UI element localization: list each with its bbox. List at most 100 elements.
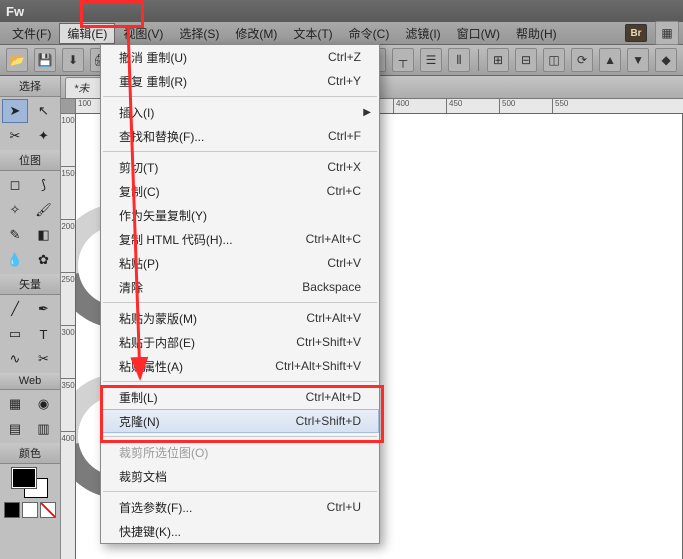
menu-item[interactable]: 裁剪文档	[101, 464, 379, 488]
bridge-icon[interactable]: Br	[625, 24, 647, 42]
menu-item-shortcut: Ctrl+Shift+V	[296, 335, 361, 349]
menu-item-label: 首选参数(F)...	[119, 499, 327, 516]
menu-item[interactable]: 首选参数(F)...Ctrl+U	[101, 495, 379, 519]
front-button[interactable]: ▲	[599, 48, 621, 72]
slice-tool[interactable]: ▦	[2, 392, 28, 416]
eraser-tool[interactable]: ◧	[31, 223, 57, 247]
group-button[interactable]: ⊞	[487, 48, 509, 72]
hotspot-tool[interactable]: ◉	[31, 392, 57, 416]
rect-tool[interactable]: ▭	[2, 322, 28, 346]
dist-v-button[interactable]: ⦀	[448, 48, 470, 72]
crop-tool[interactable]: ✂	[2, 124, 28, 148]
menu-item-shortcut: Ctrl+V	[327, 256, 361, 270]
menu-item[interactable]: 剪切(T)Ctrl+X	[101, 155, 379, 179]
line-tool[interactable]: ╱	[2, 297, 28, 321]
menu-item[interactable]: 作为矢量复制(Y)	[101, 203, 379, 227]
menu-item-shortcut: Ctrl+Y	[327, 74, 361, 88]
align-b-button[interactable]: ┬	[392, 48, 414, 72]
menu-item[interactable]: 重复 重制(R)Ctrl+Y	[101, 69, 379, 93]
marquee-tool[interactable]: ◻	[2, 173, 28, 197]
menu-item[interactable]: 粘贴属性(A)Ctrl+Alt+Shift+V	[101, 354, 379, 378]
swap-colors[interactable]	[22, 502, 38, 518]
menu-item[interactable]: 选择(S)	[171, 23, 227, 44]
menu-item[interactable]: 清除Backspace	[101, 275, 379, 299]
title-bar: Fw	[0, 0, 683, 22]
menu-item[interactable]: 复制(C)Ctrl+C	[101, 179, 379, 203]
pencil-tool[interactable]: ✎	[2, 223, 28, 247]
edit-menu-dropdown: 撤消 重制(U)Ctrl+Z重复 重制(R)Ctrl+Y插入(I)▶查找和替换(…	[100, 44, 380, 544]
menu-item[interactable]: 文本(T)	[285, 23, 340, 44]
menu-item-label: 复制 HTML 代码(H)...	[119, 231, 306, 248]
menu-item[interactable]: 窗口(W)	[449, 23, 508, 44]
color-swatches[interactable]	[12, 468, 48, 498]
menu-item-label: 裁剪所选位图(O)	[119, 444, 361, 461]
knife-tool[interactable]: ✂	[31, 347, 57, 371]
menu-separator	[103, 96, 377, 97]
freeform-tool[interactable]: ∿	[2, 347, 28, 371]
stroke-color[interactable]	[12, 468, 36, 488]
panel-header-web: Web	[0, 373, 60, 390]
arrange-button[interactable]: ◫	[543, 48, 565, 72]
toolbar-separator	[478, 49, 479, 71]
menu-item[interactable]: 滤镜(I)	[397, 23, 448, 44]
misc-button[interactable]: ◆	[655, 48, 677, 72]
menu-item[interactable]: 粘贴(P)Ctrl+V	[101, 251, 379, 275]
rotate-button[interactable]: ⟳	[571, 48, 593, 72]
menu-item[interactable]: 帮助(H)	[508, 23, 565, 44]
dist-h-button[interactable]: ☰	[420, 48, 442, 72]
import-button[interactable]: ⬇	[62, 48, 84, 72]
app-logo: Fw	[6, 4, 24, 19]
wand-tool[interactable]: ✦	[31, 124, 57, 148]
menu-separator	[103, 381, 377, 382]
menu-item[interactable]: 撤消 重制(U)Ctrl+Z	[101, 45, 379, 69]
menu-item-label: 裁剪文档	[119, 468, 361, 485]
ruler-tick: 500	[499, 99, 552, 113]
menu-item[interactable]: 复制 HTML 代码(H)...Ctrl+Alt+C	[101, 227, 379, 251]
menu-separator	[103, 491, 377, 492]
panel-header-vector: 矢量	[0, 274, 60, 295]
menu-item-label: 粘贴(P)	[119, 255, 327, 272]
hide-tool[interactable]: ▤	[2, 417, 28, 441]
menu-item-label: 查找和替换(F)...	[119, 128, 328, 145]
save-button[interactable]: 💾	[34, 48, 56, 72]
pointer-tool[interactable]: ➤	[2, 99, 28, 123]
menu-item[interactable]: 查找和替换(F)...Ctrl+F	[101, 124, 379, 148]
subselect-tool[interactable]: ↖	[31, 99, 57, 123]
menu-item[interactable]: 文件(F)	[4, 23, 59, 44]
workspace-switcher-icon[interactable]: ▦	[655, 21, 679, 45]
menu-item[interactable]: 粘贴于内部(E)Ctrl+Shift+V	[101, 330, 379, 354]
menu-item[interactable]: 命令(C)	[341, 23, 398, 44]
menu-item-label: 快捷键(K)...	[119, 523, 361, 540]
lasso-tool[interactable]: ⟆	[31, 173, 57, 197]
menu-item[interactable]: 重制(L)Ctrl+Alt+D	[101, 385, 379, 409]
blur-tool[interactable]: 💧	[2, 248, 28, 272]
ruler-tick: 350	[61, 378, 75, 431]
ungroup-button[interactable]: ⊟	[515, 48, 537, 72]
back-button[interactable]: ▼	[627, 48, 649, 72]
document-tab[interactable]: *未	[65, 77, 104, 98]
ruler-tick: 150	[61, 166, 75, 219]
menu-item[interactable]: 插入(I)▶	[101, 100, 379, 124]
pen-tool[interactable]: ✒	[31, 297, 57, 321]
show-tool[interactable]: ▥	[31, 417, 57, 441]
menu-item[interactable]: 修改(M)	[227, 23, 285, 44]
menu-item-shortcut: Ctrl+Z	[328, 50, 361, 64]
open-button[interactable]: 📂	[6, 48, 28, 72]
menu-item[interactable]: 视图(V)	[115, 23, 171, 44]
menu-item-shortcut: Ctrl+Alt+D	[306, 390, 361, 404]
menu-item[interactable]: 编辑(E)	[59, 23, 115, 44]
menu-separator	[103, 436, 377, 437]
app-window: Fw 文件(F)编辑(E)视图(V)选择(S)修改(M)文本(T)命令(C)滤镜…	[0, 0, 683, 559]
text-tool[interactable]: T	[31, 322, 57, 346]
menu-item[interactable]: 快捷键(K)...	[101, 519, 379, 543]
menu-item[interactable]: 克隆(N)Ctrl+Shift+D	[101, 409, 379, 433]
tools-panel: 选择 ➤ ↖ ✂ ✦ 位图 ◻ ⟆ ✧ 🖌 ✎ ◧ 💧 ✿ 矢量 ╱ ✒	[0, 76, 61, 559]
default-colors[interactable]	[4, 502, 20, 518]
magic-wand-tool[interactable]: ✧	[2, 198, 28, 222]
brush-tool[interactable]: 🖌	[31, 198, 57, 222]
stamp-tool[interactable]: ✿	[31, 248, 57, 272]
menu-item-label: 粘贴为蒙版(M)	[119, 310, 306, 327]
menu-item-label: 复制(C)	[119, 183, 327, 200]
menu-item[interactable]: 粘贴为蒙版(M)Ctrl+Alt+V	[101, 306, 379, 330]
no-color[interactable]	[40, 502, 56, 518]
